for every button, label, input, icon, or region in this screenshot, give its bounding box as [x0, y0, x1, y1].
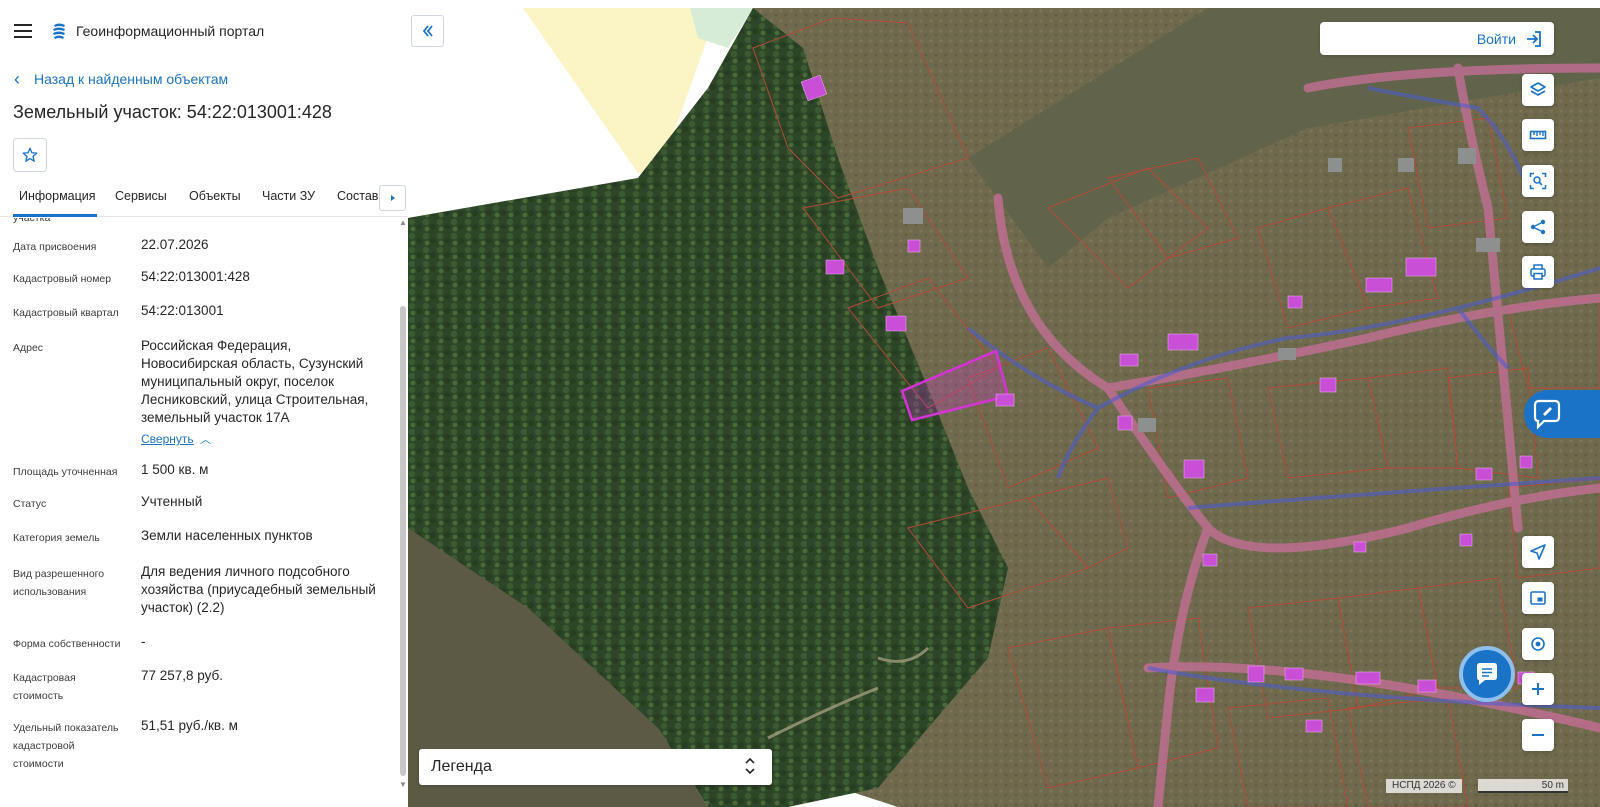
- header: Геоинформационный портал: [0, 0, 418, 62]
- info-label: Кадастровая стоимость: [13, 672, 76, 702]
- info-value: Для ведения личного подсобного хозяйства…: [141, 564, 376, 615]
- info-value: 77 257,8 руб.: [141, 668, 224, 683]
- info-label: Статус: [13, 498, 47, 510]
- info-value: 1 500 кв. м: [141, 462, 209, 477]
- location-button[interactable]: [1522, 628, 1554, 660]
- scroll-up-icon[interactable]: ▲: [399, 218, 407, 227]
- map-view[interactable]: [408, 8, 1600, 807]
- minimap-button[interactable]: [1522, 582, 1554, 614]
- assistant-tab[interactable]: [1524, 390, 1600, 438]
- double-chevron-left-icon: [422, 25, 433, 37]
- chevron-updown-icon[interactable]: [744, 755, 756, 777]
- info-label: Вид разрешенного использования: [13, 568, 105, 598]
- info-value: Российская Федерация, Новосибирская обла…: [141, 338, 369, 425]
- chat-button[interactable]: [1459, 646, 1515, 702]
- back-link[interactable]: ‹ Назад к найденным объектам: [14, 69, 228, 89]
- zoom-out-button[interactable]: [1522, 719, 1554, 751]
- collapse-link[interactable]: Свернуть: [141, 432, 194, 446]
- info-label: Кадастровый номер: [13, 273, 112, 285]
- hamburger-icon[interactable]: [14, 24, 32, 38]
- back-link-label: Назад к найденным объектам: [34, 71, 229, 87]
- info-label: Форма собственности: [13, 638, 121, 650]
- info-label: Площадь уточненная: [13, 466, 118, 478]
- info-value: -: [141, 634, 146, 649]
- print-button[interactable]: [1522, 256, 1554, 288]
- ruler-button[interactable]: [1522, 119, 1554, 151]
- share-icon: [1530, 219, 1546, 235]
- chat-icon: [1477, 663, 1497, 685]
- tabs-next-button[interactable]: [379, 185, 406, 211]
- tab-composition[interactable]: Состав: [337, 189, 378, 203]
- layers-button[interactable]: [1522, 74, 1554, 106]
- info-value: 51,51 руб./кв. м: [141, 718, 238, 733]
- info-label: Кадастровый квартал: [13, 307, 119, 319]
- tab-information[interactable]: Информация: [19, 189, 96, 203]
- area-select-icon: [1529, 172, 1547, 190]
- active-tab-indicator: [13, 214, 97, 217]
- chevron-up-icon[interactable]: ︿: [200, 431, 211, 447]
- info-value: 54:22:013001: [141, 303, 224, 318]
- area-select-button[interactable]: [1522, 165, 1554, 197]
- portal-logo-icon: [53, 23, 65, 39]
- panel-scrollbar[interactable]: ▲ ▼: [399, 218, 407, 790]
- info-value: Учтенный: [141, 494, 203, 509]
- info-label: участка: [13, 218, 51, 224]
- info-value: 22.07.2026: [141, 237, 209, 252]
- layers-icon: [1530, 82, 1546, 96]
- info-value: 54:22:013001:428: [141, 269, 250, 284]
- info-list: участка Дата присвоения 22.07.2026 Кадас…: [0, 218, 398, 788]
- ruler-icon: [1529, 130, 1547, 140]
- tab-objects[interactable]: Объекты: [189, 189, 241, 203]
- info-panel: Геоинформационный портал ‹ Назад к найде…: [0, 0, 418, 807]
- login-button[interactable]: Войти: [1320, 22, 1554, 55]
- collapse-panel-button[interactable]: [411, 15, 444, 47]
- chevron-right-icon: [390, 195, 395, 201]
- info-label: Адрес: [13, 342, 44, 354]
- minimap-icon: [1530, 591, 1546, 605]
- tabs-bar: Информация Сервисы Объекты Части ЗУ Сост…: [0, 181, 410, 217]
- navigate-button[interactable]: [1522, 536, 1554, 568]
- scale-bar: 50 m: [1478, 779, 1568, 793]
- object-title: Земельный участок: 54:22:013001:428: [13, 102, 332, 122]
- map-attribution: НСПД 2026 ©: [1386, 779, 1462, 793]
- print-icon: [1530, 264, 1546, 280]
- login-icon: [1527, 30, 1541, 47]
- top-strip: [408, 0, 1600, 8]
- satellite-map[interactable]: [408, 8, 1600, 807]
- legend-panel[interactable]: Легенда: [419, 749, 772, 785]
- info-label: Дата присвоения: [13, 241, 97, 253]
- info-label: Категория земель: [13, 532, 100, 544]
- legend-label: Легенда: [431, 758, 492, 775]
- info-label: Удельный показатель кадастровой стоимост…: [13, 722, 119, 770]
- tab-services[interactable]: Сервисы: [115, 189, 167, 203]
- info-value: Земли населенных пунктов: [141, 528, 313, 543]
- navigate-icon: [1530, 544, 1546, 560]
- app-title: Геоинформационный портал: [76, 23, 265, 39]
- favorite-button[interactable]: [13, 138, 47, 172]
- login-label: Войти: [1476, 30, 1516, 47]
- tab-parts[interactable]: Части ЗУ: [262, 189, 315, 203]
- scroll-down-icon[interactable]: ▼: [399, 780, 407, 789]
- zoom-in-icon: [1532, 683, 1544, 695]
- assistant-icon: [1533, 399, 1561, 430]
- star-icon: [22, 147, 38, 162]
- share-button[interactable]: [1522, 211, 1554, 243]
- zoom-in-button[interactable]: [1522, 673, 1554, 705]
- chevron-left-icon: ‹: [14, 69, 20, 89]
- location-icon: [1531, 637, 1545, 651]
- zoom-out-icon: [1532, 734, 1544, 736]
- scrollbar-thumb[interactable]: [400, 306, 406, 776]
